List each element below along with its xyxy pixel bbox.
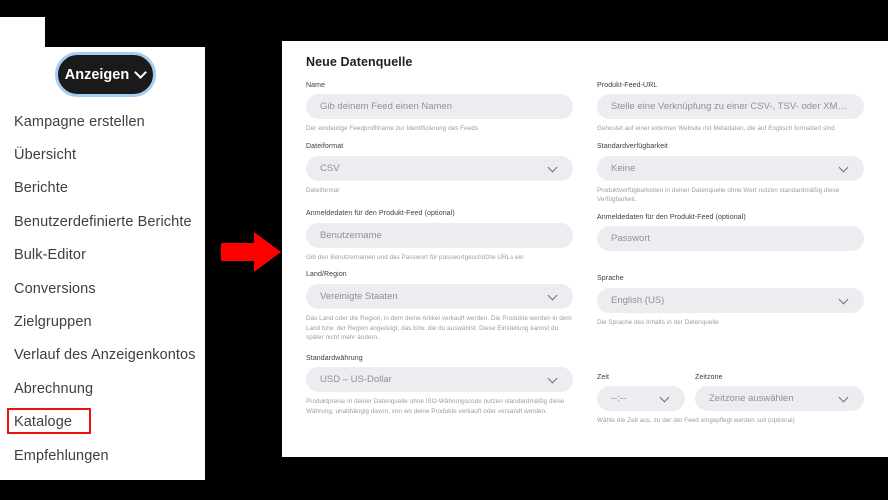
field-feed-url-label: Produkt-Feed-URL: [597, 82, 658, 89]
chevron-down-icon: [660, 393, 671, 404]
field-default-availability: Standardverfügbarkeit Keine Produktverfü…: [597, 143, 864, 205]
field-country-region: Land/Region Vereinigte Staaten Das Land …: [306, 271, 573, 343]
form-grid: Name Gib deinem Feed einen Namen Der ein…: [294, 82, 876, 435]
field-default-currency-helper: Produktpreise in deiner Datenquelle ohne…: [306, 398, 565, 416]
sidebar-item-5[interactable]: Conversions: [0, 272, 205, 305]
left-nav-panel: Kampagne erstellen Übersicht Berichte Benut…: [0, 47, 205, 480]
new-data-source-panel: Neue Datenquelle Name Gib deinem Feed ei…: [282, 41, 888, 457]
field-name-helper: Der eindeutige Feedprofilname zur Identi…: [306, 125, 479, 133]
username-input[interactable]: Benutzername: [306, 222, 573, 248]
password-input-placeholder: Passwort: [611, 233, 651, 245]
chevron-down-icon: [548, 374, 559, 385]
field-credentials-username: Anmeldedaten für den Produkt-Feed (optio…: [306, 210, 573, 262]
nav-item-list: Kampagne erstellen Übersicht Berichte Benut…: [0, 105, 205, 472]
sidebar-item-label: Empfehlungen: [14, 447, 109, 464]
form-right-column: Produkt-Feed-URL Stelle eine Verknüpfung…: [585, 82, 876, 435]
field-file-format: Dateiformat CSV Dateiformat: [306, 143, 573, 195]
time-select[interactable]: --:--: [597, 385, 685, 411]
sidebar-item-0[interactable]: Kampagne erstellen: [0, 105, 205, 138]
top-left-white-block: [0, 17, 45, 47]
file-format-select[interactable]: CSV: [306, 155, 573, 181]
sidebar-item-label: Berichte: [14, 180, 68, 197]
feed-url-input[interactable]: Stelle eine Verknüpfung zu einer CSV-, T…: [597, 94, 864, 120]
default-currency-value: USD – US-Dollar: [320, 374, 392, 386]
sidebar-item-10[interactable]: Empfehlungen: [0, 439, 205, 472]
sidebar-item-8[interactable]: Abrechnung: [0, 372, 205, 405]
field-feed-url-helper: Gehostet auf einer externen Website mit …: [597, 125, 835, 133]
sidebar-item-1[interactable]: Übersicht: [0, 138, 205, 171]
country-region-value: Vereinigte Staaten: [320, 290, 398, 302]
field-timezone-label: Zeitzone: [695, 373, 723, 381]
sidebar-item-label: Zielgruppen: [14, 314, 92, 331]
chevron-down-icon: [548, 291, 559, 302]
field-credentials-username-helper: Gib den Benutzernamen und das Passwort f…: [306, 253, 524, 261]
sidebar-item-label: Kampagne erstellen: [14, 113, 145, 130]
sidebar-item-2[interactable]: Berichte: [0, 172, 205, 205]
timezone-select[interactable]: Zeitzone auswählen: [695, 385, 864, 411]
field-default-availability-helper: Produktverfügbarkeiten in deiner Datenqu…: [597, 186, 840, 204]
sidebar-item-label: Kataloge: [14, 414, 73, 431]
sidebar-item-label: Verlauf des Anzeigenkontos: [14, 347, 196, 364]
field-time-helper: Wähle die Zeit aus, zu der der Feed eing…: [597, 416, 795, 424]
chevron-down-icon: [136, 68, 146, 78]
feed-url-input-placeholder: Stelle eine Verknüpfung zu einer CSV-, T…: [611, 101, 850, 113]
field-timezone: Zeitzone Zeitzone auswählen: [695, 374, 864, 411]
username-input-placeholder: Benutzername: [320, 229, 382, 241]
chevron-down-icon: [839, 295, 850, 306]
sidebar-item-label: Benutzerdefinierte Berichte: [14, 213, 192, 230]
field-name-label: Name: [306, 82, 326, 89]
field-name: Name Gib deinem Feed einen Namen Der ein…: [306, 82, 573, 134]
sidebar-item-7[interactable]: Verlauf des Anzeigenkontos: [0, 339, 205, 372]
chevron-down-icon: [839, 163, 850, 174]
time-value: --:--: [611, 392, 627, 404]
field-language: Sprache English (US) Die Sprache des Inh…: [597, 275, 864, 327]
field-country-region-helper: Das Land oder die Region, in dem deine A…: [306, 314, 572, 342]
default-currency-select[interactable]: USD – US-Dollar: [306, 367, 573, 393]
field-credentials-username-label: Anmeldedaten für den Produkt-Feed (optio…: [306, 210, 455, 218]
form-left-column: Name Gib deinem Feed einen Namen Der ein…: [294, 82, 585, 435]
sidebar-item-label: Abrechnung: [14, 380, 94, 397]
sidebar-item-label: Übersicht: [14, 147, 77, 164]
chevron-down-icon: [839, 393, 850, 404]
sidebar-item-6[interactable]: Zielgruppen: [0, 305, 205, 338]
field-language-label: Sprache: [597, 275, 624, 283]
field-language-helper: Die Sprache des Inhalts in der Datenquel…: [597, 318, 719, 326]
page-title: Neue Datenquelle: [306, 55, 413, 69]
chevron-down-icon: [548, 163, 559, 174]
field-credentials-password-label: Anmeldedaten für den Produkt-Feed (optio…: [597, 214, 746, 222]
field-time-label: Zeit: [597, 373, 610, 381]
field-time-row: Zeit --:-- Zeitzone Zeitzone auswählen W…: [597, 374, 864, 426]
sidebar-item-label: Conversions: [14, 280, 96, 297]
sidebar-item-label: Bulk-Editor: [14, 247, 87, 264]
language-value: English (US): [611, 294, 665, 306]
language-select[interactable]: English (US): [597, 287, 864, 313]
field-feed-url: Produkt-Feed-URL Stelle eine Verknüpfung…: [597, 82, 864, 134]
name-input-placeholder: Gib deinem Feed einen Namen: [320, 101, 453, 113]
field-file-format-helper: Dateiformat: [306, 186, 340, 194]
field-credentials-password: Anmeldedaten für den Produkt-Feed (optio…: [597, 214, 864, 252]
field-default-availability-label: Standardverfügbarkeit: [597, 143, 668, 151]
field-default-currency-label: Standardwährung: [306, 355, 363, 363]
right-arrow-icon: [221, 232, 281, 272]
file-format-value: CSV: [320, 162, 340, 174]
password-input[interactable]: Passwort: [597, 226, 864, 252]
field-country-region-label: Land/Region: [306, 271, 347, 279]
sidebar-item-3[interactable]: Benutzerdefinierte Berichte: [0, 205, 205, 238]
default-availability-value: Keine: [611, 162, 636, 174]
field-time: Zeit --:--: [597, 374, 685, 411]
anzeigen-dropdown-button[interactable]: Anzeigen: [55, 52, 156, 97]
timezone-value: Zeitzone auswählen: [709, 392, 794, 404]
time-timezone-row: Zeit --:-- Zeitzone Zeitzone auswählen: [597, 374, 864, 411]
sidebar-item-4[interactable]: Bulk-Editor: [0, 239, 205, 272]
field-default-currency: Standardwährung USD – US-Dollar Produktp…: [306, 355, 573, 417]
name-input[interactable]: Gib deinem Feed einen Namen: [306, 94, 573, 120]
country-region-select[interactable]: Vereinigte Staaten: [306, 283, 573, 309]
default-availability-select[interactable]: Keine: [597, 155, 864, 181]
anzeigen-button-label: Anzeigen: [64, 66, 130, 83]
field-file-format-label: Dateiformat: [306, 143, 344, 151]
sidebar-item-9[interactable]: Kataloge: [0, 406, 205, 439]
